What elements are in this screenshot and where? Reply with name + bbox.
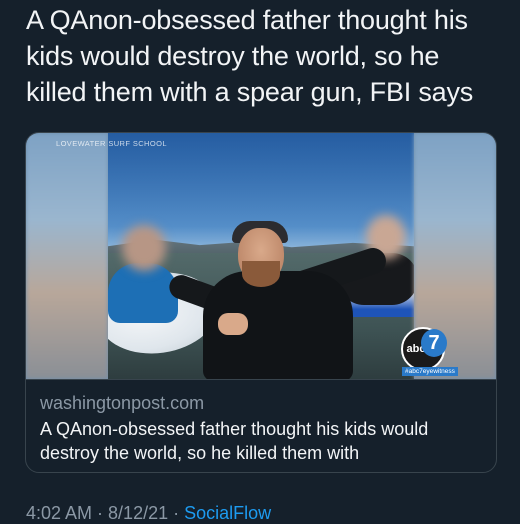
- tweet-text: A QAnon-obsessed father thought his kids…: [26, 5, 474, 107]
- card-domain: washingtonpost.com: [40, 393, 205, 413]
- watermark: LOVEWATER SURF SCHOOL: [56, 139, 167, 148]
- man-beard: [242, 261, 280, 287]
- abc7-icon: 7: [421, 329, 447, 357]
- shaka-hand: [218, 313, 248, 335]
- photo: [108, 133, 414, 379]
- card-divider: [26, 379, 496, 380]
- tweet-date[interactable]: 8/12/21: [108, 503, 168, 523]
- card-title[interactable]: A QAnon-obsessed father thought his kids…: [40, 417, 490, 465]
- tweet-time[interactable]: 4:02 AM: [26, 503, 92, 523]
- link-card[interactable]: LOVEWATER SURF SCHOOL abc 7 #abc7eyewitn…: [25, 132, 497, 473]
- blurred-face-left: [122, 225, 166, 271]
- meta-separator-2: ·: [168, 503, 185, 523]
- child-left: [108, 263, 178, 323]
- abc7-hashtag: #abc7eyewitness: [402, 367, 458, 376]
- card-image[interactable]: LOVEWATER SURF SCHOOL abc 7 #abc7eyewitn…: [26, 133, 496, 379]
- tweet-meta: 4:02 AM · 8/12/21 · SocialFlow: [26, 503, 271, 524]
- tweet-source-link[interactable]: SocialFlow: [184, 503, 271, 523]
- blurred-image-edge-left: [26, 133, 108, 379]
- meta-separator: ·: [92, 503, 109, 523]
